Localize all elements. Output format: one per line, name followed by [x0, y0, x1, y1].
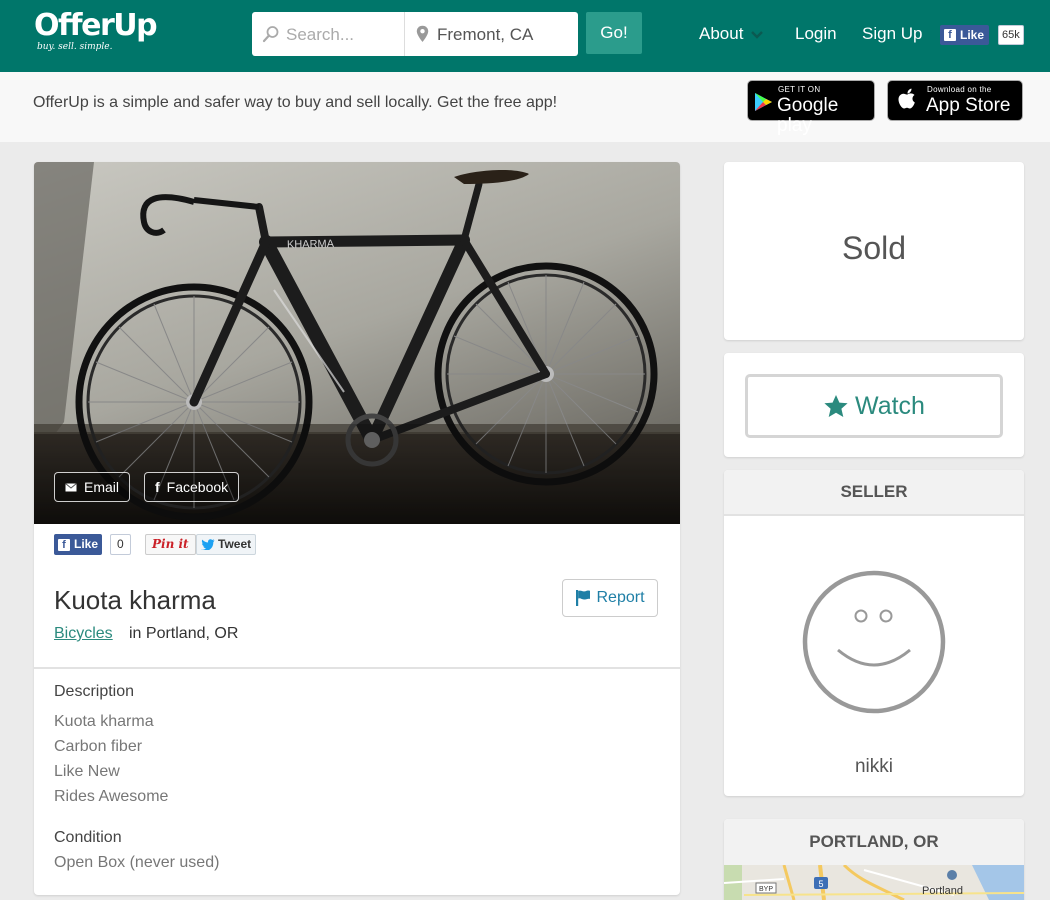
watch-label: Watch	[855, 391, 925, 420]
nav-login[interactable]: Login	[795, 24, 837, 44]
report-button[interactable]: Report	[562, 579, 658, 617]
share-facebook-button[interactable]: f Facebook	[144, 472, 240, 502]
facebook-icon: f	[944, 29, 956, 41]
facebook-like-small-button[interactable]: f Like	[54, 534, 103, 555]
app-store-small-text: Download on the	[927, 85, 992, 94]
search-field	[252, 12, 405, 56]
nav-signup[interactable]: Sign Up	[862, 24, 922, 44]
apple-icon	[898, 88, 915, 109]
frame-decal-text: KHARMA	[287, 238, 335, 251]
facebook-like-button[interactable]: f Like	[940, 25, 990, 45]
category-link[interactable]: Bicycles	[54, 625, 113, 643]
app-promo-banner: OfferUp is a simple and safer way to buy…	[0, 72, 1050, 142]
pinterest-pin-button[interactable]: Pin it	[145, 534, 196, 555]
facebook-f-icon: f	[155, 479, 160, 495]
description-heading: Description	[54, 683, 135, 700]
smiley-face-icon[interactable]	[800, 568, 948, 716]
seller-heading: SELLER	[840, 482, 908, 501]
app-store-big-text: App Store	[926, 95, 1011, 116]
share-facebook-label: Facebook	[166, 479, 229, 495]
watch-button[interactable]: Watch	[745, 374, 1003, 438]
listing-location: in Portland, OR	[129, 625, 239, 642]
go-search-button[interactable]: Go!	[586, 12, 642, 54]
map-tiles: 5 BYP Portland	[724, 865, 1024, 900]
listing-title: Kuota kharma	[54, 585, 216, 615]
condition-heading: Condition	[54, 829, 122, 846]
sold-status: Sold	[841, 230, 907, 266]
google-play-small-text: GET IT ON	[778, 85, 821, 94]
top-navigation-bar: OfferUp buy. sell. simple. Go! About Log…	[0, 0, 1050, 72]
map-pin-icon	[416, 25, 429, 42]
location-map[interactable]: 5 BYP Portland	[724, 865, 1024, 900]
facebook-like-count: 65k	[998, 25, 1024, 45]
star-icon	[824, 394, 848, 417]
chevron-down-icon[interactable]	[750, 28, 764, 42]
google-play-icon	[755, 93, 772, 111]
share-email-button[interactable]: Email	[54, 472, 131, 502]
description-line: Kuota kharma	[54, 713, 154, 730]
logo-text: OfferUp	[34, 8, 158, 43]
google-play-button[interactable]: GET IT ON Google play	[747, 80, 875, 136]
facebook-like-small-count: 0	[110, 534, 131, 555]
app-store-button[interactable]: Download on the App Store	[887, 80, 1023, 121]
magnifier-icon	[262, 26, 279, 43]
condition-value: Open Box (never used)	[54, 854, 220, 871]
search-input[interactable]	[286, 24, 398, 46]
location-heading: PORTLAND, OR	[809, 832, 939, 851]
envelope-icon	[65, 482, 77, 491]
location-field	[405, 12, 578, 56]
share-email-label: Email	[84, 479, 120, 495]
seller-name[interactable]: nikki	[724, 756, 1024, 778]
facebook-like-label: Like	[960, 28, 985, 42]
facebook-like-small-label: Like	[74, 537, 99, 551]
facebook-icon-small: f	[58, 538, 70, 551]
interstate-shield-label: 5	[818, 879, 823, 889]
nav-about[interactable]: About	[699, 24, 743, 44]
flag-icon	[576, 590, 591, 606]
google-play-big-text: Google play	[777, 95, 839, 136]
report-label: Report	[596, 589, 645, 606]
description-line: Carbon fiber	[54, 738, 143, 755]
offerup-logo[interactable]: OfferUp buy. sell. simple.	[34, 8, 158, 53]
bypass-sign-label: BYP	[759, 886, 773, 893]
twitter-bird-icon	[201, 539, 215, 550]
section-divider	[34, 667, 680, 669]
description-line: Like New	[54, 763, 120, 780]
tweet-label: Tweet	[218, 537, 252, 551]
app-promo-text: OfferUp is a simple and safer way to buy…	[33, 94, 558, 111]
map-city-label: Portland	[922, 885, 963, 897]
tweet-button[interactable]: Tweet	[196, 534, 257, 555]
logo-tagline: buy. sell. simple.	[37, 42, 113, 52]
listing-photo[interactable]: KHARMA	[34, 162, 680, 524]
bicycle-photo: KHARMA	[34, 162, 680, 524]
location-input[interactable]	[437, 24, 573, 46]
description-line: Rides Awesome	[54, 788, 169, 805]
